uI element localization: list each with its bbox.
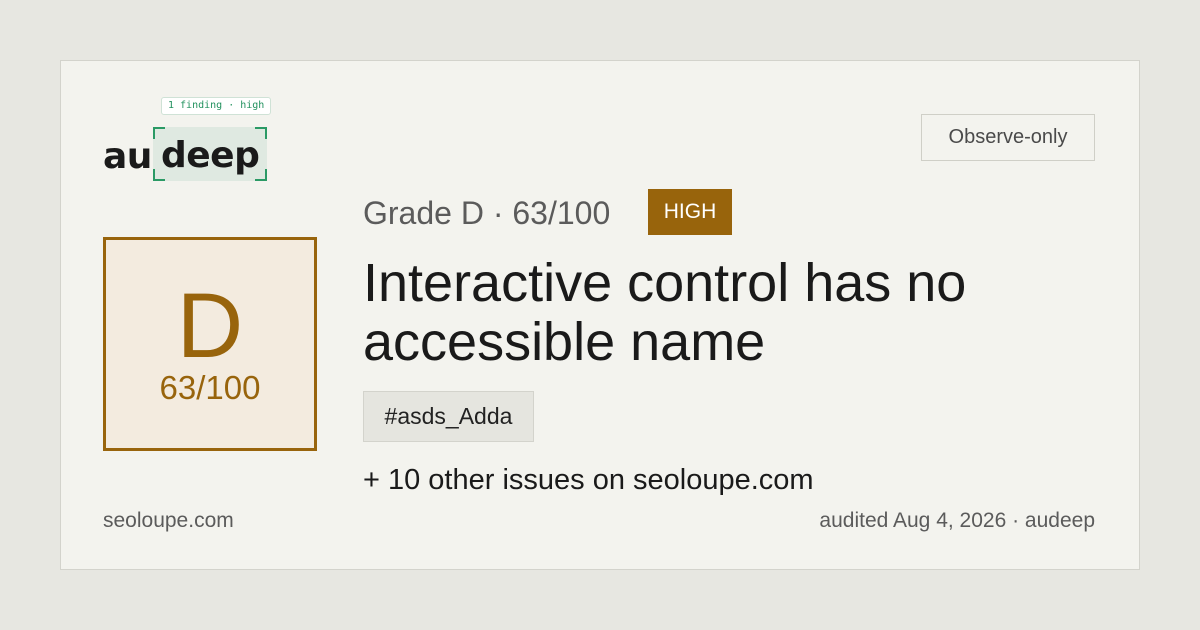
selector-chip: #asds_Adda	[363, 391, 534, 442]
observe-only-button[interactable]: Observe-only	[921, 114, 1095, 161]
logo-highlight-box: deep	[153, 127, 267, 181]
grade-letter: D	[176, 275, 244, 377]
finding-title: Interactive control has no accessible na…	[363, 253, 967, 372]
logo-prefix: au	[103, 136, 152, 177]
grade-score: 63/100	[159, 369, 261, 406]
grade-box: D 63/100	[103, 237, 317, 451]
finding-count-badge: 1 finding · high	[161, 97, 272, 115]
footer-domain: seoloupe.com	[103, 509, 234, 532]
audit-card: 1 finding · high au deep Observe-only D …	[60, 60, 1140, 570]
grade-summary: Grade D · 63/100	[363, 195, 611, 231]
severity-badge: HIGH	[648, 189, 732, 235]
logo-highlight-text: deep	[161, 135, 260, 176]
footer-audited-info: audited Aug 4, 2026 · audeep	[819, 509, 1095, 532]
audeep-logo: 1 finding · high au deep	[103, 97, 283, 187]
other-issues-text: + 10 other issues on seoloupe.com	[363, 464, 814, 496]
